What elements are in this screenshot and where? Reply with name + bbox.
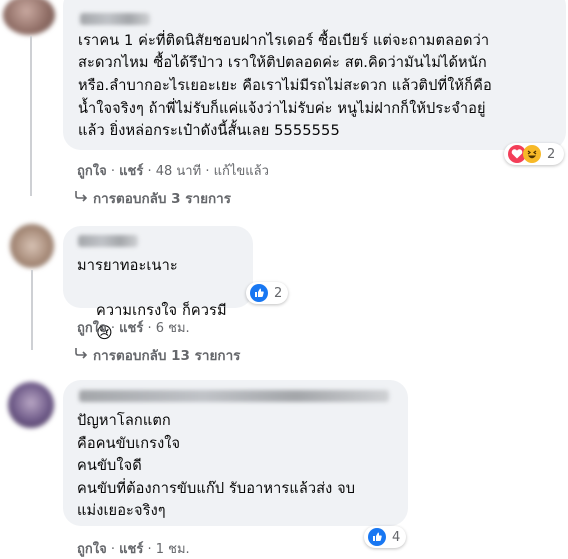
comment-line: แล้ว ยิ่งหล่อกระเป๋าดังนี้สั้นเลย 555555… — [78, 122, 340, 139]
comment-line: ปัญหาโลกแตก — [77, 412, 171, 429]
comment-line: แม่งเยอะจริงๆ — [77, 502, 166, 519]
reaction-count: 2 — [274, 285, 283, 301]
author-name[interactable] — [79, 390, 389, 402]
comment-line: คนขับที่ต้องการขับแก๊ป รับอาหารแล้วส่ง จ… — [77, 480, 356, 497]
comment-line: คือคนขับเกรงใจ — [77, 435, 181, 452]
like-icon — [368, 528, 386, 546]
view-replies-button[interactable]: การตอบกลับ 13 รายการ — [93, 344, 240, 366]
timestamp[interactable]: 6 ชม. — [156, 321, 190, 336]
comment-actions: ถูกใจ · แชร์ · 1 ชม. — [77, 542, 190, 557]
like-button[interactable]: ถูกใจ — [77, 542, 107, 557]
comment-line: น้ำใจจริงๆ ถ้าพี่ไม่รับก็แค่แจ้งว่าไม่รั… — [78, 100, 486, 117]
share-button[interactable]: แชร์ — [119, 542, 143, 557]
comment-line: สะดวกไหม ซื้อได้รึป่าว เราให้ติปตลอดค่ะ … — [78, 54, 487, 71]
reply-arrow-icon — [75, 191, 88, 202]
reaction-summary[interactable]: 2 — [504, 143, 564, 165]
reaction-summary[interactable]: 2 — [246, 282, 288, 304]
comment-bubble: เราคน 1 ค่ะที่ติดนิสัยชอบฝากไรเดอร์ ซื้อ… — [63, 0, 566, 150]
timestamp[interactable]: 1 ชม. — [156, 542, 190, 557]
comment-bubble: มารยาทอะเนาะ ความเกรงใจ ก็ควรมี 😢 — [63, 226, 253, 342]
thread-line — [31, 270, 33, 350]
avatar[interactable] — [10, 224, 54, 268]
share-button[interactable]: แชร์ — [119, 164, 143, 179]
reaction-count: 4 — [392, 529, 401, 545]
view-replies-button[interactable]: การตอบกลับ 3 รายการ — [93, 187, 231, 209]
author-name[interactable] — [80, 13, 150, 25]
comment-actions: ถูกใจ · แชร์ · 6 ชม. — [77, 321, 190, 336]
comment-line: หรือ.ลำบากอะไรเยอะเยะ คือเราไม่มีรถไม่สะ… — [78, 77, 492, 94]
reaction-summary[interactable]: 4 — [364, 526, 406, 548]
like-button[interactable]: ถูกใจ — [77, 321, 107, 336]
comment-actions: ถูกใจ · แชร์ · 48 นาที · แก้ไขแล้ว — [77, 164, 269, 179]
avatar[interactable] — [3, 0, 55, 35]
edited-label[interactable]: แก้ไขแล้ว — [214, 164, 269, 179]
reply-arrow-icon — [75, 348, 88, 359]
thread-line — [30, 36, 32, 196]
haha-icon — [523, 145, 541, 163]
timestamp[interactable]: 48 นาที — [156, 164, 201, 179]
avatar[interactable] — [8, 382, 54, 428]
share-button[interactable]: แชร์ — [119, 321, 143, 336]
comment-bubble: ปัญหาโลกแตก คือคนขับเกรงใจ คนขับใจดี คนข… — [63, 380, 408, 526]
like-button[interactable]: ถูกใจ — [77, 164, 107, 179]
reaction-count: 2 — [547, 146, 556, 162]
comment-line: คนขับใจดี — [77, 457, 142, 474]
like-icon — [250, 284, 268, 302]
comment-line: มารยาทอะเนาะ — [77, 257, 178, 274]
comment-line: เราคน 1 ค่ะที่ติดนิสัยชอบฝากไรเดอร์ ซื้อ… — [78, 32, 490, 49]
author-name[interactable] — [78, 235, 138, 247]
